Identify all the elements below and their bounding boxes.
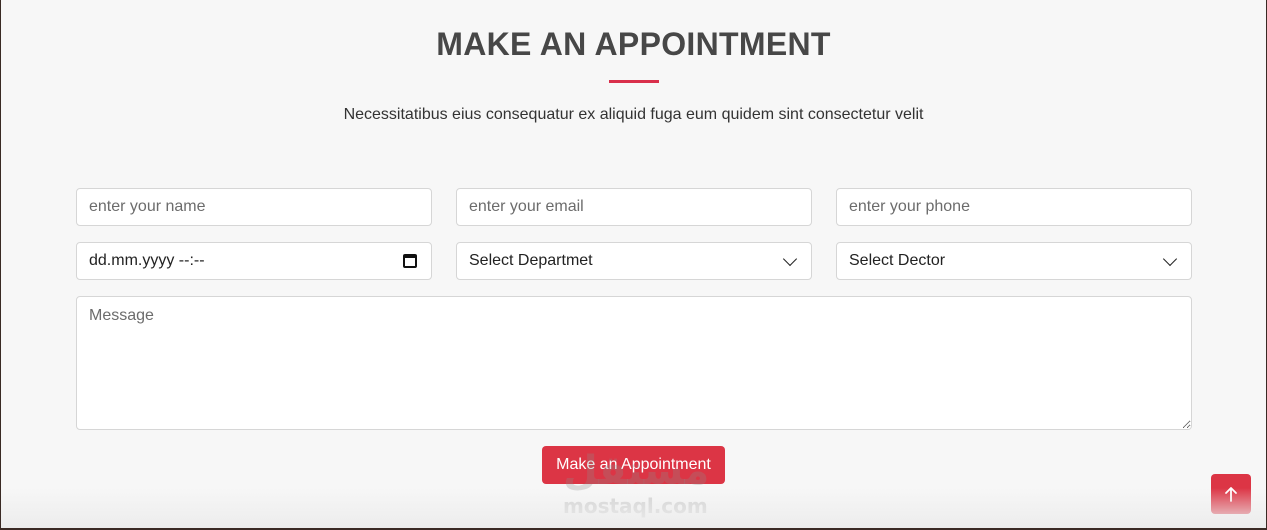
title-underline <box>609 80 659 83</box>
phone-input[interactable] <box>836 188 1192 226</box>
message-textarea[interactable] <box>76 296 1192 430</box>
scroll-to-top-button[interactable] <box>1211 474 1251 514</box>
department-selected-value: Select Departmet <box>469 252 593 269</box>
watermark-text: mostaql.com <box>563 494 708 518</box>
doctor-select[interactable]: Select Dector <box>836 242 1192 280</box>
appointment-section: MAKE AN APPOINTMENT Necessitatibus eius … <box>1 0 1266 528</box>
calendar-icon[interactable] <box>403 254 417 268</box>
chevron-down-icon <box>1162 251 1178 266</box>
date-time-input[interactable]: dd.mm.yyyy --:-- <box>76 242 432 280</box>
doctor-selected-value: Select Dector <box>849 252 946 269</box>
name-input[interactable] <box>76 188 432 226</box>
date-time-value: dd.mm.yyyy --:-- <box>89 252 205 269</box>
chevron-down-icon <box>782 251 798 266</box>
arrow-up-icon <box>1225 487 1237 502</box>
bottom-shade <box>1 488 1266 528</box>
make-appointment-button[interactable]: Make an Appointment <box>542 446 725 484</box>
department-select[interactable]: Select Departmet <box>456 242 812 280</box>
email-input[interactable] <box>456 188 812 226</box>
section-title: MAKE AN APPOINTMENT <box>436 26 831 62</box>
section-subtitle: Necessitatibus eius consequatur ex aliqu… <box>343 106 924 123</box>
